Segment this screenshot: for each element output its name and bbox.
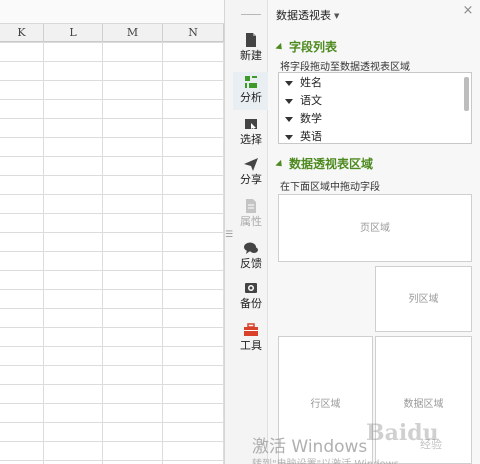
column-header-m[interactable]: M xyxy=(103,24,163,42)
close-icon[interactable]: × xyxy=(462,4,474,17)
toolbar-share-label: 分享 xyxy=(240,173,262,186)
column-area-dropzone[interactable]: 列区域 xyxy=(375,266,472,332)
field-arrow-icon xyxy=(285,80,293,86)
windows-activation-watermark: 激活 Windows xyxy=(252,437,368,457)
toolbar-backup-label: 备份 xyxy=(240,297,262,310)
field-arrow-icon xyxy=(285,134,293,140)
page-area-label: 页区域 xyxy=(360,223,390,234)
toolbar-new-button[interactable]: 新建 xyxy=(233,30,269,68)
toolbar-select-button[interactable]: 选择 xyxy=(233,114,269,152)
data-area-label: 数据区域 xyxy=(403,399,444,410)
toolbar-tools-label: 工具 xyxy=(240,339,262,352)
pivot-table-pane: 数据透视表 ▼ × 字段列表 将字段拖动至数据透视表区域 姓名 语文 数学 英语 … xyxy=(268,0,480,464)
toolbar-properties-label: 属性 xyxy=(240,215,262,228)
toolbar-select-label: 选择 xyxy=(240,133,262,146)
field-list-heading: 字段列表 xyxy=(275,38,338,55)
collapse-triangle-icon[interactable] xyxy=(275,42,285,53)
column-header-k[interactable]: K xyxy=(0,24,44,42)
toolbar-feedback-button[interactable]: 反馈 xyxy=(233,238,269,276)
properties-icon xyxy=(246,199,256,213)
page-area-dropzone[interactable]: 页区域 xyxy=(278,194,472,262)
field-item[interactable]: 英语 xyxy=(285,128,322,143)
field-list-hint: 将字段拖动至数据透视表区域 xyxy=(280,62,410,73)
column-header-row: K L M N xyxy=(0,24,224,42)
field-item-label: 英语 xyxy=(300,130,322,143)
toolbar-tools-button[interactable]: 工具 xyxy=(233,320,269,358)
field-arrow-icon xyxy=(285,98,293,104)
field-item[interactable]: 姓名 xyxy=(285,74,322,92)
pivot-area-hint: 在下面区域中拖动字段 xyxy=(280,182,380,193)
pivot-area-heading-text: 数据透视表区域 xyxy=(289,157,374,171)
backup-icon xyxy=(245,283,257,293)
pivot-area-heading: 数据透视表区域 xyxy=(275,155,374,172)
toolbox-icon xyxy=(244,323,258,336)
field-list-scrollbar[interactable] xyxy=(464,77,469,111)
select-icon xyxy=(245,119,257,130)
feedback-icon xyxy=(244,242,258,254)
windows-activation-subtext: 转到"电脑设置"以激活 Windows。 xyxy=(252,455,409,464)
pane-title-text: 数据透视表 xyxy=(276,9,331,22)
column-area-label: 列区域 xyxy=(408,294,439,305)
toolbar-share-button[interactable]: 分享 xyxy=(233,154,269,192)
field-item[interactable]: 数学 xyxy=(285,110,322,128)
toolbar-feedback-label: 反馈 xyxy=(240,257,262,270)
field-list-heading-text: 字段列表 xyxy=(289,40,338,54)
field-item-label: 数学 xyxy=(300,112,322,125)
field-item-label: 姓名 xyxy=(300,76,322,89)
side-toolbar: ☰ 新建 分析 选择 分享 属性 反馈 备份 工具 xyxy=(224,0,269,464)
field-arrow-icon xyxy=(285,116,293,122)
new-file-icon xyxy=(246,33,256,47)
analysis-icon xyxy=(245,76,257,88)
cell-grid[interactable] xyxy=(0,42,224,464)
toolbar-analysis-button[interactable]: 分析 xyxy=(233,72,269,110)
row-area-label: 行区域 xyxy=(310,399,341,410)
toolbar-properties-button[interactable]: 属性 xyxy=(233,196,269,234)
collapse-triangle-icon[interactable] xyxy=(275,159,285,170)
pane-title-dropdown[interactable]: 数据透视表 ▼ xyxy=(276,7,339,23)
field-list[interactable]: 姓名 语文 数学 英语 xyxy=(278,72,472,144)
chevron-down-icon: ▼ xyxy=(334,12,340,20)
toolbar-divider xyxy=(241,14,261,15)
pane-resize-grip[interactable]: ☰ xyxy=(225,230,233,250)
formula-bar[interactable] xyxy=(0,0,224,24)
column-header-n[interactable]: N xyxy=(163,24,224,42)
column-header-l[interactable]: L xyxy=(44,24,103,42)
field-item-label: 语文 xyxy=(300,94,322,107)
share-icon xyxy=(244,158,258,171)
spreadsheet-area[interactable]: K L M N xyxy=(0,0,224,464)
brand-watermark-sub: 经验 xyxy=(420,438,442,451)
toolbar-analysis-label: 分析 xyxy=(240,91,262,104)
field-item[interactable]: 语文 xyxy=(285,92,322,110)
toolbar-backup-button[interactable]: 备份 xyxy=(233,278,269,316)
toolbar-new-label: 新建 xyxy=(240,49,262,62)
